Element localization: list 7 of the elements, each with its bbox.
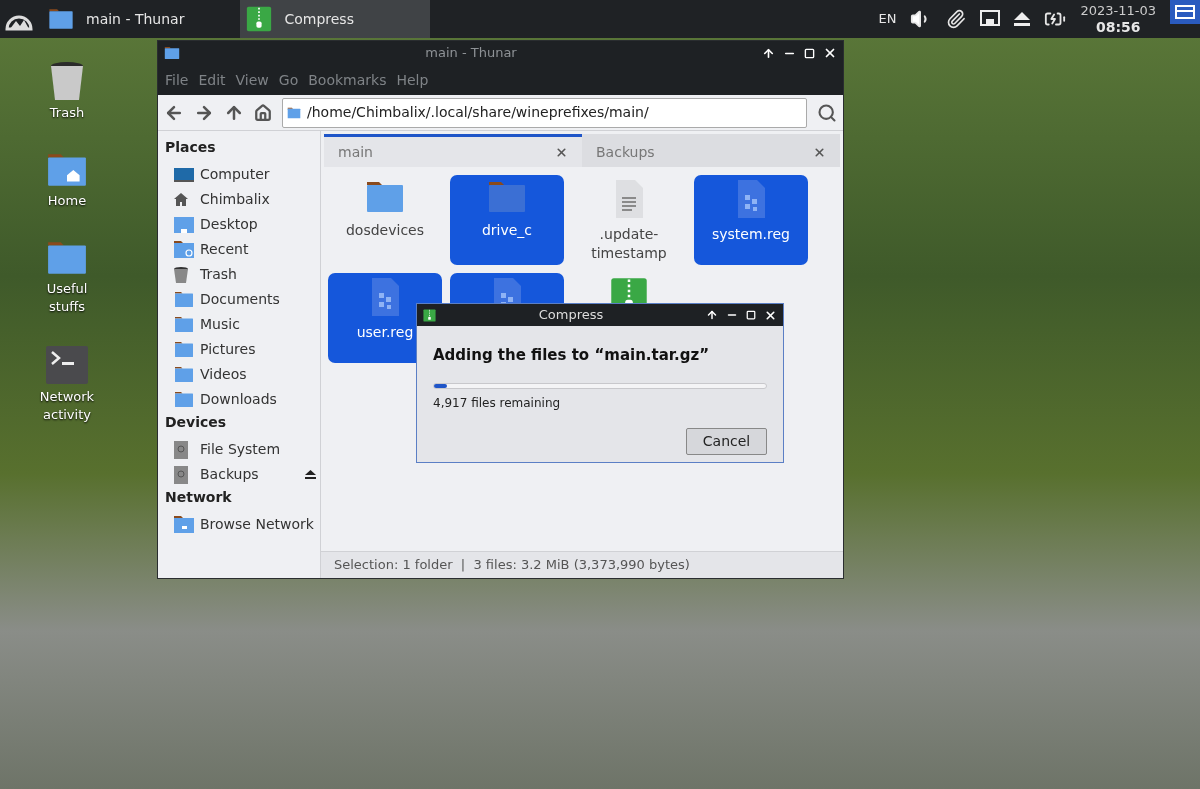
window-title: main - Thunar [424, 44, 518, 63]
window-title: Compress [537, 306, 605, 325]
sidebar-heading: Network [165, 488, 233, 507]
sidebar-heading: Places [165, 138, 217, 157]
sidebar-heading: Devices [165, 413, 228, 432]
progress-status: 4,917 files remaining [433, 394, 562, 412]
status-bar: Selection: 1 folder | 3 files: 3.2 MiB (3,373,990 bytes) [321, 551, 843, 578]
